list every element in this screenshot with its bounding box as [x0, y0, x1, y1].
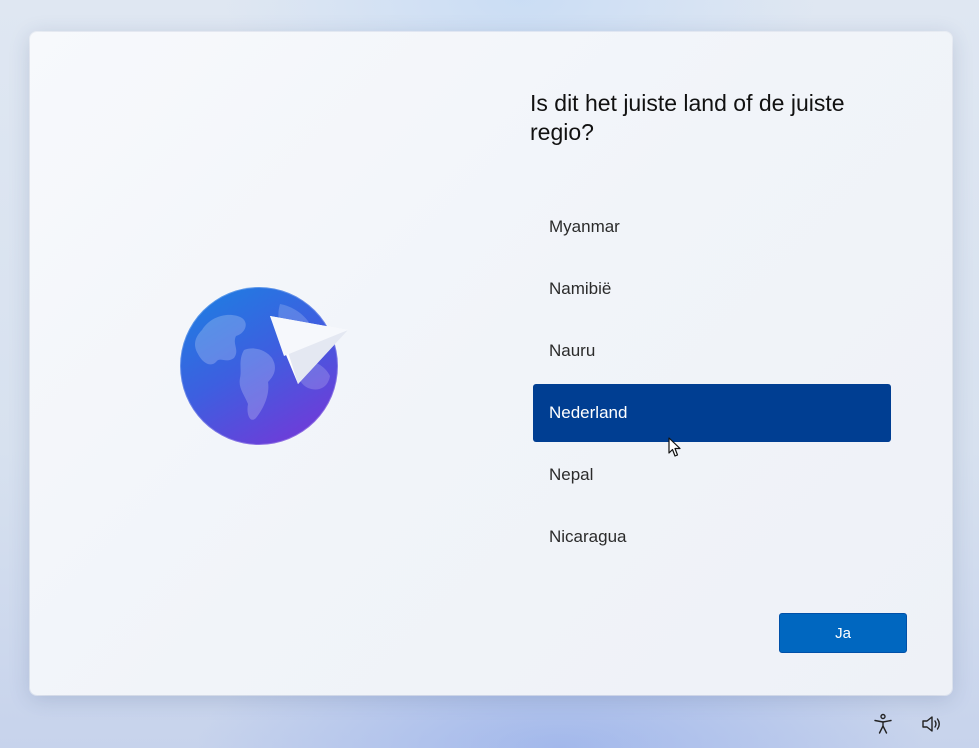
accessibility-icon[interactable] — [872, 713, 894, 735]
country-option-myanmar[interactable]: Myanmar — [533, 198, 891, 256]
globe-paper-plane-icon — [179, 286, 348, 446]
country-option-nicaragua[interactable]: Nicaragua — [533, 508, 891, 566]
setup-window: Is dit het juiste land of de juiste regi… — [30, 32, 952, 695]
globe-illustration — [179, 284, 360, 449]
page-title: Is dit het juiste land of de juiste regi… — [530, 90, 845, 145]
country-list[interactable]: Myanmar Namibië Nauru Nederland Nepal Ni… — [533, 198, 891, 570]
country-option-namibie[interactable]: Namibië — [533, 260, 891, 318]
volume-icon[interactable] — [920, 713, 942, 735]
yes-button[interactable]: Ja — [779, 613, 907, 653]
country-option-nepal[interactable]: Nepal — [533, 446, 891, 504]
country-option-nauru[interactable]: Nauru — [533, 322, 891, 380]
country-option-nederland[interactable]: Nederland — [533, 384, 891, 442]
mouse-cursor-icon — [668, 437, 681, 457]
